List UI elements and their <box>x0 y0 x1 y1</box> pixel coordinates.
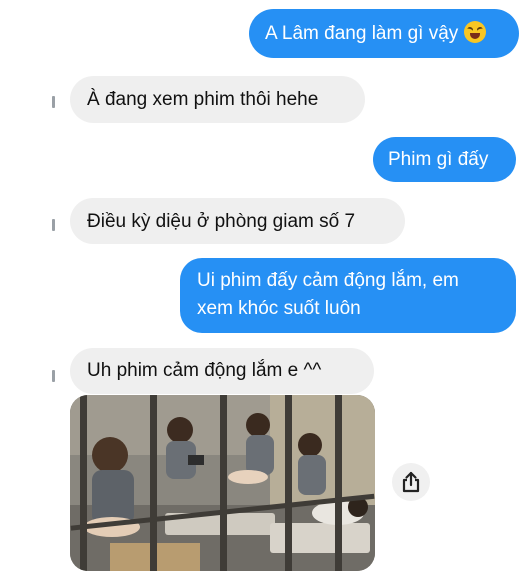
message-text-line-1: Ui phim đấy cảm động lắm, em <box>197 270 459 291</box>
read-indicator-icon <box>52 219 55 231</box>
prison-cell-scene-image <box>70 395 375 571</box>
movie-still-photo[interactable] <box>70 395 375 571</box>
read-indicator-icon <box>52 96 55 108</box>
message-bubble-received[interactable]: Điều kỳ diệu ở phòng giam số 7 <box>70 198 405 244</box>
message-text: À đang xem phim thôi hehe <box>87 89 319 110</box>
message-text: Uh phim cảm động lắm e ^^ <box>87 360 322 381</box>
message-text-line-2: xem khóc suốt luôn <box>197 298 361 319</box>
share-button[interactable] <box>392 463 430 501</box>
message-text: A Lâm đang làm gì vậy <box>265 23 459 44</box>
grinning-squint-emoji-icon <box>464 21 487 43</box>
message-bubble-sent[interactable]: Ui phim đấy cảm động lắm, em xem khóc su… <box>180 258 516 333</box>
message-bubble-sent[interactable]: Phim gì đấy <box>373 137 516 182</box>
message-text: Điều kỳ diệu ở phòng giam số 7 <box>87 211 356 232</box>
read-indicator-icon <box>52 370 55 382</box>
message-bubble-received[interactable]: Uh phim cảm động lắm e ^^ <box>70 348 374 394</box>
share-icon <box>402 471 420 493</box>
message-bubble-sent[interactable]: A Lâm đang làm gì vậy <box>249 9 519 58</box>
message-bubble-received[interactable]: À đang xem phim thôi hehe <box>70 76 365 123</box>
message-text: Phim gì đấy <box>388 149 489 170</box>
